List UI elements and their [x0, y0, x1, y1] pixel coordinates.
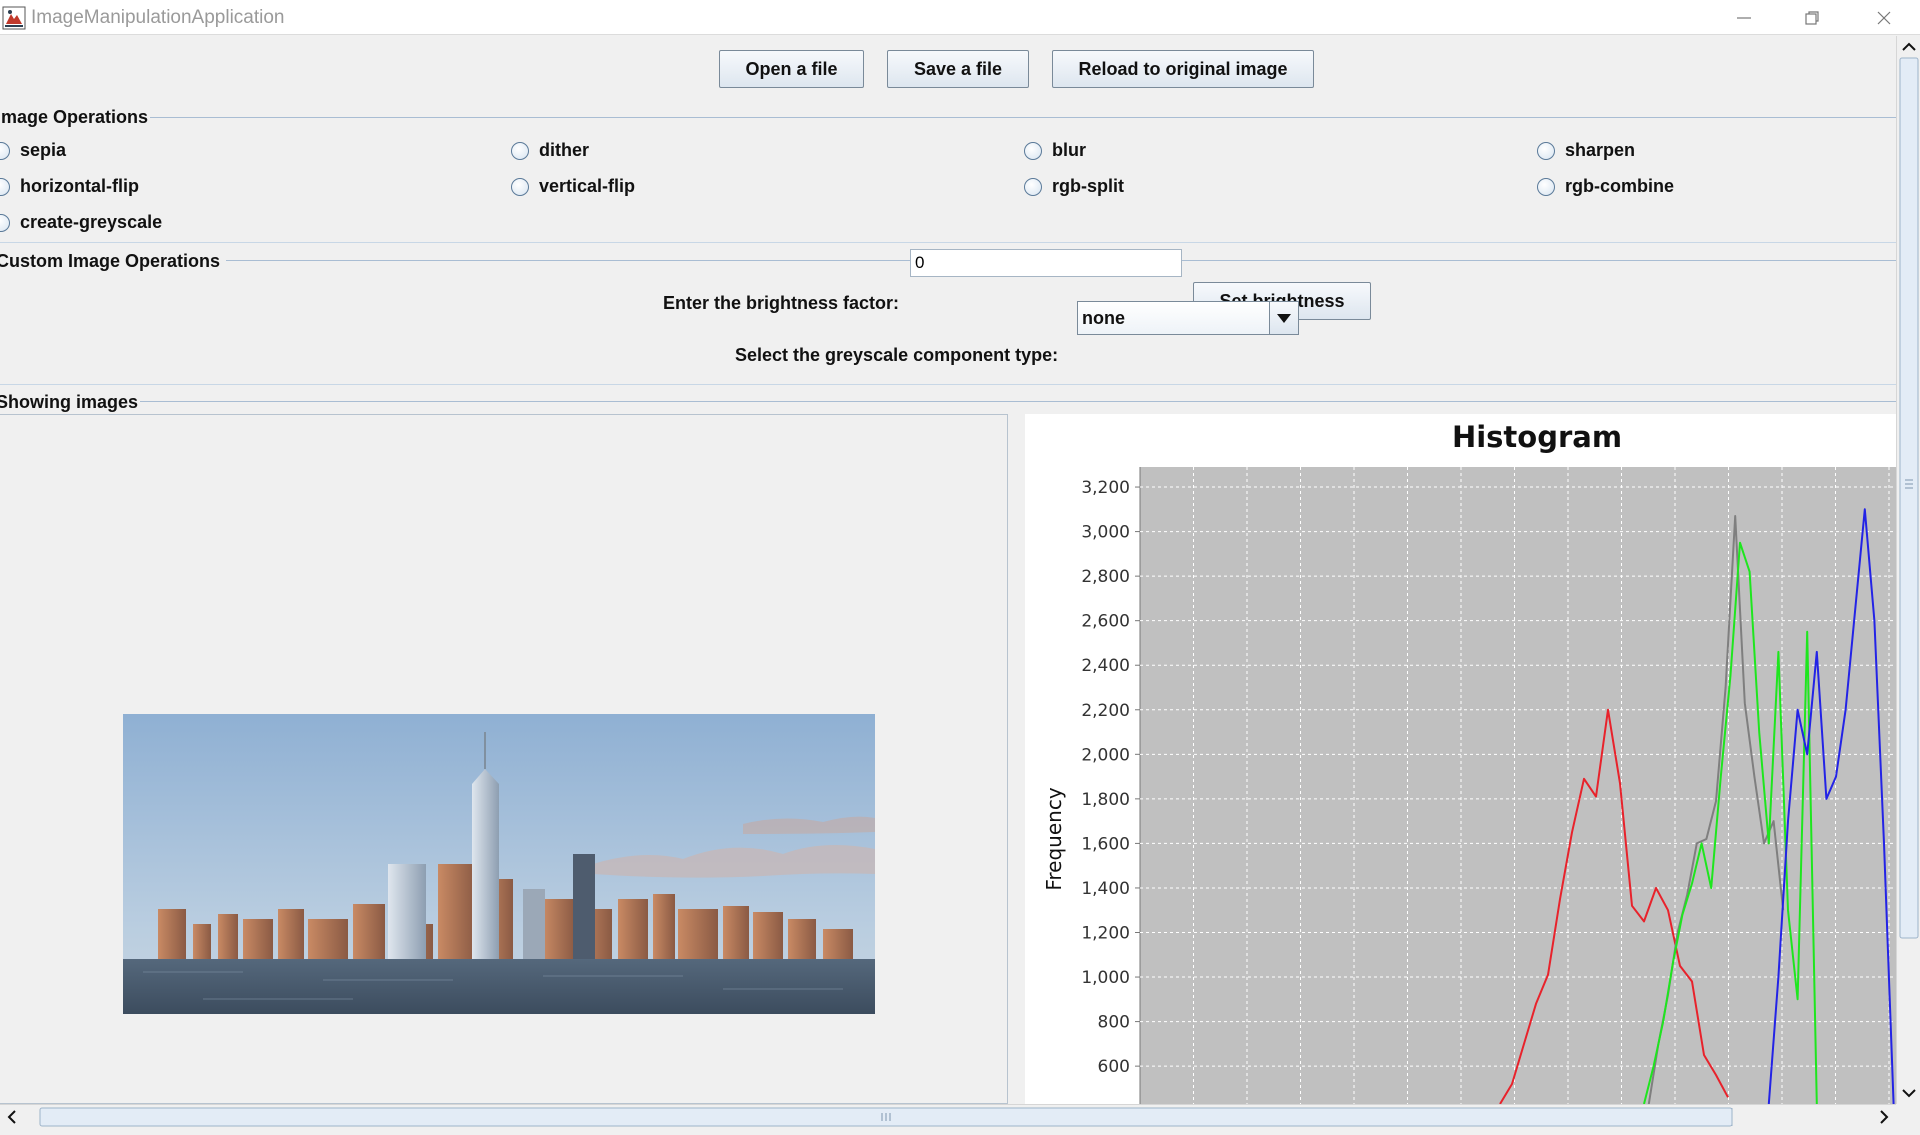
horizontal-scrollbar[interactable]	[0, 1104, 1896, 1129]
showing-images-title: Showing images	[0, 392, 139, 412]
scrollbar-corner	[1896, 1104, 1920, 1129]
dropdown-button[interactable]	[1269, 302, 1298, 334]
y-axis-label: Frequency	[1042, 787, 1066, 890]
scroll-down-icon[interactable]	[1902, 1089, 1916, 1098]
radio-circle[interactable]	[1024, 141, 1042, 160]
group-divider	[140, 401, 1896, 402]
group-divider	[150, 117, 1896, 118]
radio-sharpen[interactable]: sharpen	[1537, 140, 1635, 161]
y-tick-label: 1,400	[1081, 879, 1130, 899]
save-file-button[interactable]: Save a file	[887, 50, 1029, 88]
horizontal-scrollbar-graphics	[7, 1107, 1889, 1127]
radio-circle[interactable]	[0, 141, 10, 160]
image-panel	[0, 414, 1008, 1104]
histogram-chart: Histogram 3,200 3,000 2,800 2,600 2,400 2,200…	[1025, 414, 1896, 1104]
close-icon	[1877, 11, 1891, 24]
y-tick-label: 2,600	[1081, 612, 1130, 632]
radio-circle[interactable]	[1537, 141, 1555, 160]
scroll-right-icon[interactable]	[1880, 1110, 1889, 1124]
radio-circle[interactable]	[0, 177, 10, 196]
java-app-icon	[2, 6, 26, 30]
scroll-left-icon[interactable]	[7, 1110, 16, 1124]
y-tick-label: 800	[1098, 1013, 1130, 1033]
y-tick-label: 2,400	[1081, 656, 1130, 676]
image-operations-title: Image Operations	[0, 107, 149, 127]
reload-original-button[interactable]: Reload to original image	[1052, 50, 1314, 88]
radio-circle[interactable]	[511, 177, 529, 196]
scroll-up-icon[interactable]	[1902, 42, 1916, 51]
y-tick-label: 3,000	[1081, 523, 1130, 543]
radio-circle[interactable]	[511, 141, 529, 160]
vertical-scrollbar-graphics	[1899, 42, 1919, 1098]
radio-dither[interactable]: dither	[511, 140, 589, 161]
radio-blur[interactable]: blur	[1024, 140, 1086, 161]
radio-circle[interactable]	[0, 213, 10, 232]
y-tick-label: 2,200	[1081, 701, 1130, 721]
y-tick-label: 1,200	[1081, 924, 1130, 944]
radio-horizontal-flip[interactable]: horizontal-flip	[0, 176, 139, 197]
minimize-icon	[1737, 16, 1751, 19]
greyscale-select[interactable]: none	[1077, 301, 1299, 335]
radio-rgb-split[interactable]: rgb-split	[1024, 176, 1124, 197]
greyscale-selected-value: none	[1082, 308, 1125, 328]
radio-rgb-combine[interactable]: rgb-combine	[1537, 176, 1674, 197]
radio-vertical-flip[interactable]: vertical-flip	[511, 176, 635, 197]
window-title: ImageManipulationApplication	[31, 7, 285, 28]
y-tick-label: 2,000	[1081, 745, 1130, 765]
open-file-button[interactable]: Open a file	[719, 50, 864, 88]
brightness-label: Enter the brightness factor:	[663, 293, 900, 313]
city-skyline-image	[123, 714, 875, 1014]
radio-circle[interactable]	[1537, 177, 1555, 196]
radio-sepia[interactable]: sepia	[0, 140, 66, 161]
restore-icon	[1805, 10, 1819, 25]
vertical-scrollbar[interactable]	[1896, 36, 1920, 1104]
y-tick-label: 1,000	[1081, 968, 1130, 988]
group-divider	[0, 384, 1896, 385]
close-button[interactable]	[1852, 0, 1916, 35]
radio-circle[interactable]	[1024, 177, 1042, 196]
y-tick-label: 1,600	[1081, 834, 1130, 854]
minimize-button[interactable]	[1712, 0, 1776, 35]
y-tick-label: 1,800	[1081, 790, 1130, 810]
custom-operations-title: Custom Image Operations	[0, 251, 221, 271]
title-bar: ImageManipulationApplication	[0, 0, 1920, 35]
group-divider	[0, 242, 1896, 243]
chart-title: Histogram	[1452, 420, 1622, 454]
radio-create-greyscale[interactable]: create-greyscale	[0, 212, 162, 233]
restore-button[interactable]	[1780, 0, 1844, 35]
y-tick-label: 3,200	[1081, 478, 1130, 498]
greyscale-label: Select the greyscale component type:	[735, 345, 1059, 365]
y-tick-label: 600	[1098, 1057, 1130, 1077]
triangle-down-icon	[1277, 313, 1291, 323]
brightness-input[interactable]	[910, 249, 1182, 277]
y-tick-label: 2,800	[1081, 567, 1130, 587]
vertical-scroll-thumb[interactable]	[1899, 57, 1919, 939]
